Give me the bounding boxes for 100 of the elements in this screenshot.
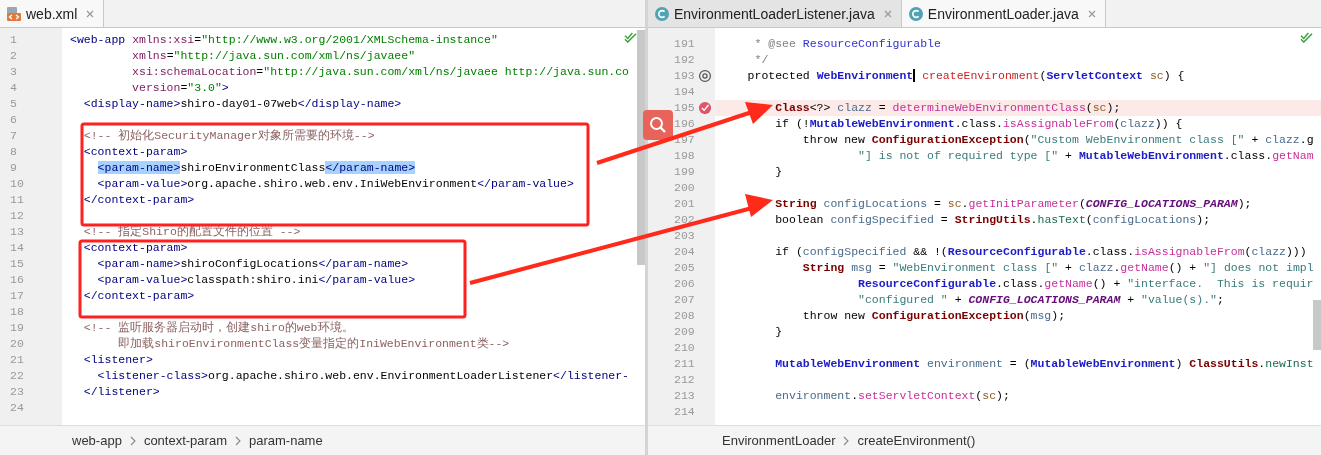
code-line: <param-value>org.apache.shiro.web.env.IniWebEnvironment</param-value> <box>96 176 574 192</box>
line-number: 5 <box>10 96 18 112</box>
line-number: 17 <box>10 288 25 304</box>
line-number: 19 <box>10 320 25 336</box>
line-number: 204 <box>674 244 696 260</box>
line-number: 18 <box>10 304 25 320</box>
code-line: * @see ResourceConfigurable <box>753 36 941 52</box>
chevron-icon <box>234 435 241 446</box>
line-number: 212 <box>674 372 696 388</box>
code-line: environment.setServletContext(sc); <box>774 388 1010 404</box>
code-line: if (configSpecified && !(ResourceConfigurable.class.isAssignableFrom(clazz))) <box>774 244 1307 260</box>
close-icon[interactable] <box>85 8 96 19</box>
code-line: <!-- 监听服务器启动时，创建shiro的web环境。 <box>82 320 354 336</box>
line-number: 12 <box>10 208 25 224</box>
code-line: boolean configSpecified = StringUtils.hasText(configLocations); <box>774 212 1211 228</box>
code-line: ResourceConfigurable.class.getName() + "interface. This is requir <box>857 276 1314 292</box>
line-number: 198 <box>674 148 696 164</box>
breadcrumb-item[interactable]: createEnvironment() <box>857 433 976 448</box>
line-number: 15 <box>10 256 25 272</box>
xml-file-icon <box>6 5 22 22</box>
code-line: } <box>774 324 783 340</box>
code-line: <web-app xmlns:xsi="http://www.w3.org/2001/XMLSchema-instance" <box>69 32 498 48</box>
line-number: 3 <box>10 64 18 80</box>
line-number: 7 <box>10 128 18 144</box>
line-number: 203 <box>674 228 696 244</box>
code-line: <param-name>shiroEnvironmentClass</param-name> <box>96 160 416 176</box>
code-line: MutableWebEnvironment environment = (MutableWebEnvironment) ClassUtils.newInst <box>774 356 1314 372</box>
line-number: 1 <box>10 32 18 48</box>
code-line: <context-param> <box>82 144 188 160</box>
search-icon <box>648 115 668 135</box>
line-number: 205 <box>674 260 696 276</box>
line-number: 213 <box>674 388 696 404</box>
chevron-icon <box>843 435 850 446</box>
search-button[interactable] <box>643 110 673 140</box>
line-number: 200 <box>674 180 696 196</box>
line-number: 20 <box>10 336 25 352</box>
close-icon[interactable] <box>1086 8 1097 19</box>
code-line: throw new ConfigurationException("Custom WebEnvironment class [" + clazz.g <box>801 132 1314 148</box>
code-line: <listener> <box>82 352 153 368</box>
editor-tab[interactable]: web.xml <box>0 0 105 27</box>
line-number: 4 <box>10 80 18 96</box>
line-number: 196 <box>674 116 696 132</box>
editor-tab[interactable]: EnvironmentLoaderListener.java <box>648 0 902 27</box>
line-number: 24 <box>10 400 25 416</box>
code-line: "] is not of required type [" + MutableWebEnvironment.class.getNam <box>857 148 1314 164</box>
code-line: xsi:schemaLocation="http://java.sun.com/xml/ns/javaee http://java.sun.co <box>131 64 629 80</box>
line-number: 8 <box>10 144 18 160</box>
line-number: 21 <box>10 352 25 368</box>
breadcrumb-item[interactable]: EnvironmentLoader <box>722 433 836 448</box>
editor-tab[interactable]: EnvironmentLoader.java <box>901 0 1106 27</box>
close-icon[interactable] <box>882 8 893 19</box>
line-number: 193 <box>674 68 696 84</box>
line-number: 210 <box>674 340 696 356</box>
override-icon[interactable] <box>698 69 712 83</box>
class-icon <box>907 5 924 22</box>
code-line: */ <box>753 52 769 68</box>
line-number: 208 <box>674 308 696 324</box>
breadcrumb-item[interactable]: param-name <box>248 433 323 448</box>
code-line: throw new ConfigurationException(msg); <box>801 308 1066 324</box>
code-line: String msg = "WebEnvironment class [" + clazz.getName() + "] does not impl <box>801 260 1314 276</box>
line-number: 2 <box>10 48 18 64</box>
code-line: protected WebEnvironment createEnvironment(ServletContext sc) { <box>746 68 1185 84</box>
code-line: String configLocations = sc.getInitParameter(CONFIG_LOCATIONS_PARAM); <box>774 196 1252 212</box>
line-number: 194 <box>674 84 696 100</box>
line-number: 10 <box>10 176 25 192</box>
chevron-icon <box>129 435 136 446</box>
code-line: } <box>774 164 783 180</box>
line-number: 214 <box>674 404 696 420</box>
line-number: 195 <box>674 100 696 116</box>
code-line: version="3.0"> <box>131 80 229 96</box>
breadcrumb-item[interactable]: web-app <box>72 433 122 448</box>
code-line: 即加载shiroEnvironmentClass变量指定的IniWebEnvironment类--> <box>117 336 510 352</box>
check-icon[interactable] <box>1300 32 1313 43</box>
line-number: 11 <box>10 192 25 208</box>
line-number: 206 <box>674 276 696 292</box>
line-number: 9 <box>10 160 18 176</box>
line-number: 16 <box>10 272 25 288</box>
code-line: </listener> <box>82 384 160 400</box>
breadcrumb-item[interactable]: context-param <box>143 433 227 448</box>
code-line: "configured " + CONFIG_LOCATIONS_PARAM + "value(s)."; <box>857 292 1224 308</box>
code-line: xmlns="http://java.sun.com/xml/ns/javaee" <box>131 48 416 64</box>
line-number: 201 <box>674 196 696 212</box>
code-line: <param-name>shiroConfigLocations</param-name> <box>96 256 409 272</box>
line-number: 191 <box>674 36 696 52</box>
line-number: 13 <box>10 224 25 240</box>
check-icon[interactable] <box>624 32 637 43</box>
code-line: <display-name>shiro-day01-07web</display-name> <box>82 96 402 112</box>
scrollbar-thumb[interactable] <box>637 30 645 265</box>
class-icon <box>654 5 670 22</box>
breakpoint-icon[interactable] <box>698 101 712 115</box>
code-line: <listener-class>org.apache.shiro.web.env.EnvironmentLoaderListener</listener- <box>96 368 629 384</box>
code-line: if (!MutableWebEnvironment.class.isAssignableFrom(clazz)) { <box>774 116 1183 132</box>
line-number: 23 <box>10 384 25 400</box>
line-number: 199 <box>674 164 696 180</box>
scrollbar-thumb[interactable] <box>1313 300 1321 350</box>
line-number: 211 <box>674 356 696 372</box>
code-line: </context-param> <box>82 288 195 304</box>
line-number: 22 <box>10 368 25 384</box>
code-line: <!-- 初始化SecurityManager对象所需要的环境--> <box>82 128 375 144</box>
line-number: 192 <box>674 52 696 68</box>
